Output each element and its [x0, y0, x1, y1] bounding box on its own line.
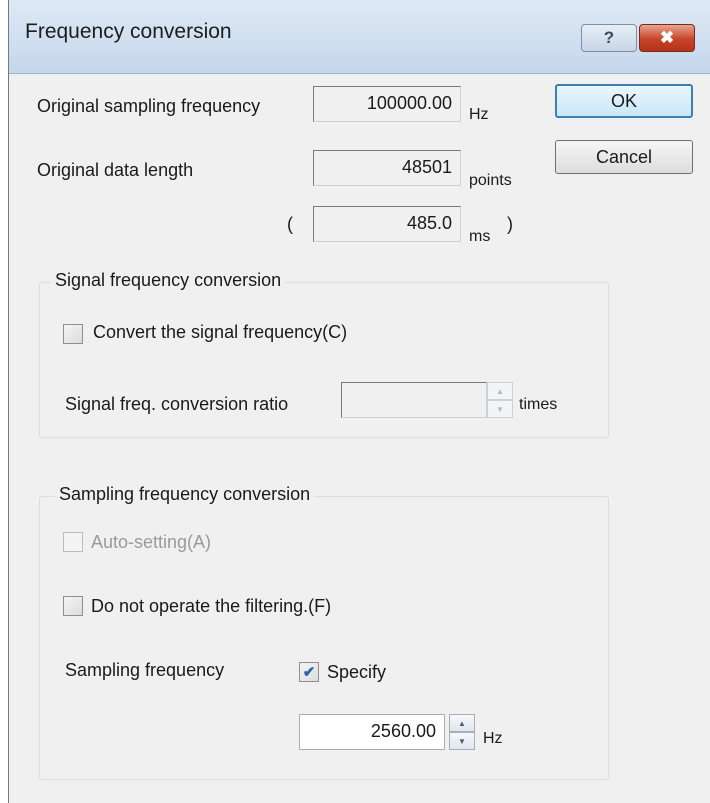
convert-signal-frequency-label[interactable]: Convert the signal frequency(C): [93, 322, 347, 343]
original-sampling-frequency-label: Original sampling frequency: [37, 96, 261, 116]
sampling-frequency-label: Sampling frequency: [65, 660, 225, 680]
signal-frequency-conversion-title: Signal frequency conversion: [51, 270, 286, 291]
ok-button[interactable]: OK: [555, 84, 693, 118]
help-button[interactable]: ?: [581, 24, 637, 52]
question-icon: ?: [603, 28, 615, 47]
sampling-frequency-spinner[interactable]: ▲ ▼: [449, 714, 475, 750]
original-duration-field: 485.0: [313, 206, 461, 242]
spin-down-icon[interactable]: ▼: [449, 732, 475, 750]
close-parenthesis: ): [507, 214, 513, 234]
original-data-length-unit: points: [469, 172, 512, 189]
auto-setting-checkbox: [63, 532, 83, 552]
sampling-frequency-unit: Hz: [483, 730, 503, 747]
convert-signal-frequency-checkbox[interactable]: [63, 324, 83, 344]
signal-ratio-spinner: ▲ ▼: [487, 382, 513, 418]
auto-setting-label: Auto-setting(A): [91, 532, 212, 552]
signal-conversion-ratio-field: [341, 382, 487, 418]
spin-up-icon[interactable]: ▲: [449, 714, 475, 732]
frequency-conversion-dialog: Frequency conversion ? ✖ Original sampli…: [8, 0, 710, 803]
window-title: Frequency conversion: [25, 20, 232, 43]
spin-down-icon: ▼: [487, 400, 513, 418]
title-bar: Frequency conversion ? ✖: [9, 0, 710, 74]
specify-label[interactable]: Specify: [327, 662, 386, 683]
original-data-length-label: Original data length: [37, 160, 194, 180]
cancel-button[interactable]: Cancel: [555, 140, 693, 174]
no-filtering-label[interactable]: Do not operate the filtering.(F): [91, 596, 331, 617]
sampling-frequency-conversion-title: Sampling frequency conversion: [55, 484, 315, 505]
sampling-frequency-input[interactable]: 2560.00: [299, 714, 445, 750]
ok-button-label: OK: [610, 90, 637, 111]
signal-conversion-ratio-unit: times: [519, 396, 558, 413]
no-filtering-checkbox[interactable]: [63, 596, 83, 616]
close-button[interactable]: ✖: [639, 24, 695, 52]
specify-checkbox[interactable]: ✔: [299, 662, 319, 682]
close-icon: ✖: [659, 28, 675, 47]
spin-up-icon: ▲: [487, 382, 513, 400]
original-duration-unit: ms: [469, 228, 491, 245]
original-data-length-field: 48501: [313, 150, 461, 186]
original-sampling-frequency-unit: Hz: [469, 106, 489, 123]
check-mark-icon: ✔: [302, 664, 316, 681]
open-parenthesis: (: [287, 214, 293, 234]
cancel-button-label: Cancel: [595, 146, 653, 167]
signal-conversion-ratio-label: Signal freq. conversion ratio: [65, 394, 289, 414]
original-sampling-frequency-field: 100000.00: [313, 86, 461, 122]
